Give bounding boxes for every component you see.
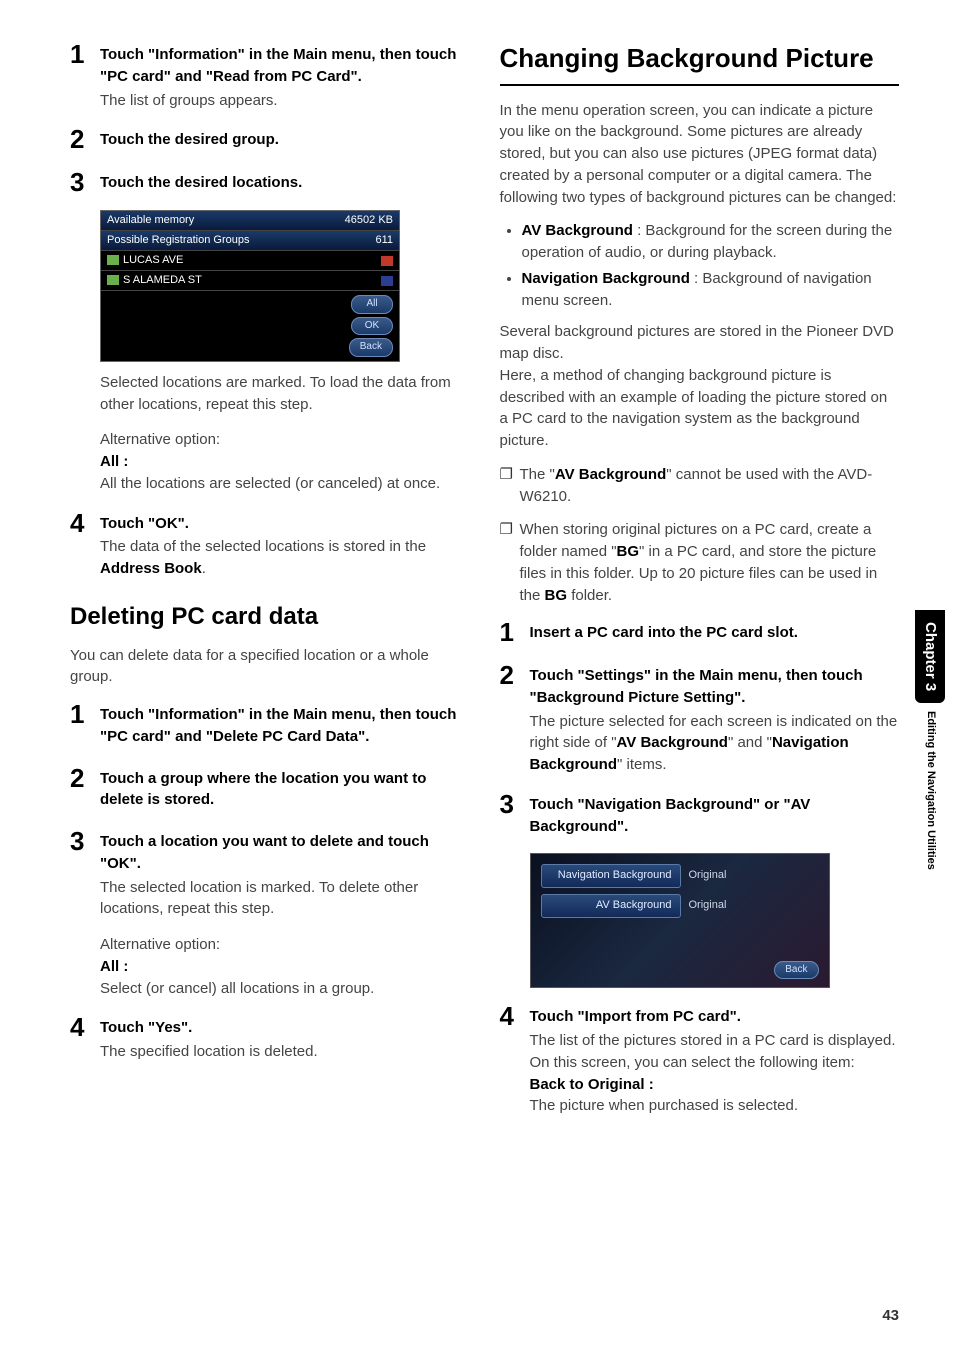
step-number: 2 xyxy=(70,764,100,814)
alternative-label: Alternative option: xyxy=(100,429,470,451)
step-3-locations: 3 Touch the desired locations. xyxy=(70,168,470,197)
location-name: LUCAS AVE xyxy=(123,254,183,266)
step-number: 4 xyxy=(70,509,100,580)
alternative-label: Alternative option: xyxy=(100,934,470,956)
nav-background-value: Original xyxy=(689,868,727,884)
memory-value: 46502 KB xyxy=(345,213,393,229)
av-background-button[interactable]: AV Background xyxy=(541,894,681,918)
delete-alt-block: Alternative option: All : Select (or can… xyxy=(100,934,470,999)
right-column: Changing Background Picture In the menu … xyxy=(500,40,900,1131)
step-text: The data of the selected locations is st… xyxy=(100,536,470,580)
step-number: 2 xyxy=(70,125,100,154)
bg-types-list: AV Background : Background for the scree… xyxy=(514,220,900,311)
step-3-touch-bg: 3 Touch "Navigation Background" or "AV B… xyxy=(500,790,900,840)
back-to-original-label: Back to Original : xyxy=(530,1074,900,1096)
alternative-block: Alternative option: All : All the locati… xyxy=(100,429,470,494)
step-4-import: 4 Touch "Import from PC card". The list … xyxy=(500,1002,900,1117)
chapter-tab: Chapter 3 xyxy=(915,610,945,703)
step-title: Touch "Navigation Background" or "AV Bac… xyxy=(530,794,900,838)
groups-label: Possible Registration Groups xyxy=(107,233,249,249)
step-4-yes: 4 Touch "Yes". The specified location is… xyxy=(70,1013,470,1063)
step-title: Insert a PC card into the PC card slot. xyxy=(530,622,900,644)
location-name: S ALAMEDA ST xyxy=(123,274,202,286)
step-text-2: On this screen, you can select the follo… xyxy=(530,1052,900,1074)
step-title: Touch a location you want to delete and … xyxy=(100,831,470,875)
step-title: Touch "Information" in the Main menu, th… xyxy=(100,704,470,748)
back-button[interactable]: Back xyxy=(774,961,818,980)
step-1-delete: 1 Touch "Information" in the Main menu, … xyxy=(70,700,470,750)
all-label: All : xyxy=(100,451,470,473)
chapter-subtitle: Editing the Navigation Utilities xyxy=(922,711,938,870)
step-number: 4 xyxy=(70,1013,100,1063)
step-2-settings: 2 Touch "Settings" in the Main menu, the… xyxy=(500,661,900,776)
all-label: All : xyxy=(100,956,470,978)
note-bg-folder: ❐ When storing original pictures on a PC… xyxy=(500,519,900,606)
step-2-group: 2 Touch the desired group. xyxy=(70,125,470,154)
step-text: The list of groups appears. xyxy=(100,90,470,112)
step-title: Touch a group where the location you wan… xyxy=(100,768,470,812)
step-number: 1 xyxy=(70,700,100,750)
delete-intro: You can delete data for a specified loca… xyxy=(70,645,470,689)
step-title: Touch the desired locations. xyxy=(100,172,470,194)
selected-text: Selected locations are marked. To load t… xyxy=(100,372,470,416)
step-number: 4 xyxy=(500,1002,530,1117)
step-text: The specified location is deleted. xyxy=(100,1041,470,1063)
heading-changing-bg: Changing Background Picture xyxy=(500,40,900,86)
step-text: The selected location is marked. To dele… xyxy=(100,877,470,921)
side-tab: Chapter 3 Editing the Navigation Utiliti… xyxy=(914,610,946,870)
groups-row: Possible Registration Groups 611 xyxy=(101,231,399,251)
flag-icon xyxy=(381,256,393,266)
location-row-2[interactable]: S ALAMEDA ST xyxy=(101,271,399,291)
step-number: 3 xyxy=(70,168,100,197)
heading-deleting: Deleting PC card data xyxy=(70,600,470,635)
step-title: Touch "OK". xyxy=(100,513,470,535)
mark-icon xyxy=(381,276,393,286)
step-text-1: The list of the pictures stored in a PC … xyxy=(530,1030,900,1052)
screenshot-bg-settings: Navigation Background Original AV Backgr… xyxy=(530,853,830,988)
back-to-original-text: The picture when purchased is selected. xyxy=(530,1095,900,1117)
step-number: 1 xyxy=(70,40,100,111)
bg-intro: In the menu operation screen, you can in… xyxy=(500,100,900,209)
step-3-delete: 3 Touch a location you want to delete an… xyxy=(70,827,470,920)
step-2-delete: 2 Touch a group where the location you w… xyxy=(70,764,470,814)
step-title: Touch "Yes". xyxy=(100,1017,470,1039)
step-title: Touch "Import from PC card". xyxy=(530,1006,900,1028)
step-1-read: 1 Touch "Information" in the Main menu, … xyxy=(70,40,470,111)
step-title: Touch "Settings" in the Main menu, then … xyxy=(530,665,900,709)
bg-after-bullets: Several background pictures are stored i… xyxy=(500,321,900,452)
location-icon xyxy=(107,255,119,265)
note-marker-icon: ❐ xyxy=(500,519,520,606)
note-av-restriction: ❐ The "AV Background" cannot be used wit… xyxy=(500,464,900,508)
page-number: 43 xyxy=(882,1305,899,1327)
step-1-insert: 1 Insert a PC card into the PC card slot… xyxy=(500,618,900,647)
step-number: 3 xyxy=(70,827,100,920)
location-row-1[interactable]: LUCAS AVE xyxy=(101,251,399,271)
step-title: Touch the desired group. xyxy=(100,129,470,151)
memory-label: Available memory xyxy=(107,213,194,229)
left-column: 1 Touch "Information" in the Main menu, … xyxy=(70,40,470,1131)
step-4-ok: 4 Touch "OK". The data of the selected l… xyxy=(70,509,470,580)
nav-background-button[interactable]: Navigation Background xyxy=(541,864,681,888)
all-text: Select (or cancel) all locations in a gr… xyxy=(100,978,470,1000)
ok-button[interactable]: OK xyxy=(351,317,393,336)
step-number: 1 xyxy=(500,618,530,647)
step-title: Touch "Information" in the Main menu, th… xyxy=(100,44,470,88)
selected-note: Selected locations are marked. To load t… xyxy=(100,372,470,416)
list-item: Navigation Background : Background of na… xyxy=(522,268,900,312)
back-button[interactable]: Back xyxy=(349,338,393,357)
av-background-value: Original xyxy=(689,898,727,914)
step-number: 3 xyxy=(500,790,530,840)
location-icon xyxy=(107,275,119,285)
note-marker-icon: ❐ xyxy=(500,464,520,508)
groups-value: 611 xyxy=(375,233,393,249)
step-number: 2 xyxy=(500,661,530,776)
screenshot-memory-list: Available memory 46502 KB Possible Regis… xyxy=(100,210,400,362)
all-text: All the locations are selected (or cance… xyxy=(100,473,470,495)
step-text: The picture selected for each screen is … xyxy=(530,711,900,776)
memory-row: Available memory 46502 KB xyxy=(101,211,399,231)
list-item: AV Background : Background for the scree… xyxy=(522,220,900,264)
all-button[interactable]: All xyxy=(351,295,393,314)
